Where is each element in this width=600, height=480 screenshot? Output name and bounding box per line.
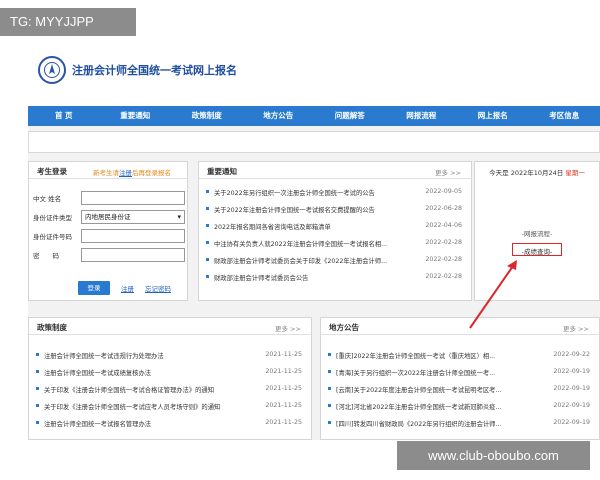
bullet-icon: [328, 404, 331, 407]
password-label: 密 码: [33, 252, 59, 260]
name-input[interactable]: [81, 191, 185, 205]
idnum-label: 身份证件号码: [33, 233, 72, 241]
idnum-row: 身份证件号码: [33, 229, 185, 243]
notices-panel-header: 重要通知 更多 >>: [199, 162, 471, 179]
bullet-icon: [36, 387, 39, 390]
nav-process[interactable]: 网报流程: [386, 106, 458, 126]
nav-exam-area[interactable]: 考区信息: [529, 106, 600, 126]
nav-home[interactable]: 首 页: [28, 106, 100, 126]
bullet-icon: [36, 404, 39, 407]
bullet-icon: [328, 387, 331, 390]
bullet-icon: [36, 421, 39, 424]
site-title: 注册会计师全国统一考试网上报名: [72, 64, 237, 77]
browser-page: 注册会计师全国统一考试网上报名 首 页 重要通知 政策制度 地方公告 问题解答 …: [28, 28, 600, 440]
register-hint: 新考生请注册后再登录报名: [93, 169, 171, 177]
list-item[interactable]: 财政部注册会计师考试委员会公告 2022-02-28: [204, 271, 468, 284]
nav-faq[interactable]: 问题解答: [314, 106, 386, 126]
list-item[interactable]: [云南]关于2022年度注册会计师全国统一考试昆明考区考... 2022-09-1…: [326, 383, 596, 396]
list-item[interactable]: 关于印发《注册会计师全国统一考试应考人员考场守则》的通知 2021-11-25: [34, 400, 308, 413]
nav-policy[interactable]: 政策制度: [171, 106, 243, 126]
policy-title: 政策制度: [37, 323, 67, 332]
register-hint-link[interactable]: 注册: [119, 169, 132, 177]
list-item[interactable]: [重庆]2022年注册会计师全国统一考试（重庆地区）相... 2022-09-22: [326, 349, 596, 362]
score-query-highlight: -成绩查询-: [512, 243, 562, 256]
policy-panel-header: 政策制度 更多 >>: [29, 318, 311, 335]
list-item[interactable]: 注册会计师全国统一考试成绩复核办法 2021-11-25: [34, 366, 308, 379]
bullet-icon: [36, 353, 39, 356]
bullet-icon: [328, 370, 331, 373]
nav-local-announcements[interactable]: 地方公告: [243, 106, 315, 126]
policy-panel: 政策制度 更多 >> 注册会计师全国统一考试违规行为处理办法 2021-11-25…: [28, 317, 312, 440]
idtype-select[interactable]: 内地居民身份证 ▾: [81, 210, 185, 224]
nav-notices[interactable]: 重要通知: [100, 106, 172, 126]
list-item[interactable]: [青海]关于另行组织一次2022年注册会计师全国统一考... 2022-09-19: [326, 366, 596, 379]
score-query-link[interactable]: -成绩查询-: [513, 246, 561, 256]
list-item[interactable]: 中注协有关负责人就2022年注册会计师全国统一考试报名相... 2022-02-2…: [204, 237, 468, 250]
today-date: 今天是 2022年10月24日 星期一: [489, 169, 585, 177]
local-more-link[interactable]: 更多 >>: [563, 323, 589, 333]
login-panel-header: 考生登录 新考生请注册后再登录报名: [29, 162, 187, 179]
bullet-icon: [328, 421, 331, 424]
password-input[interactable]: [81, 248, 185, 262]
local-title: 地方公告: [329, 323, 359, 332]
policy-more-link[interactable]: 更多 >>: [275, 323, 301, 333]
local-panel-header: 地方公告 更多 >>: [321, 318, 599, 335]
list-item[interactable]: [河北]河北省2022年注册会计师全国统一考试新冠肺炎疫... 2022-09-1…: [326, 400, 596, 413]
list-item[interactable]: [四川]转发四川省财政局《2022年另行组织的注册会计师... 2022-09-1…: [326, 417, 596, 430]
nav-registration[interactable]: 网上报名: [457, 106, 529, 126]
idtype-row: 身份证件类型 内地居民身份证 ▾: [33, 210, 185, 224]
chevron-down-icon: ▾: [177, 213, 181, 221]
bullet-icon: [206, 207, 209, 210]
process-flow-link[interactable]: -网报流程-: [475, 228, 599, 238]
idtype-label: 身份证件类型: [33, 214, 72, 222]
bullet-icon: [206, 190, 209, 193]
bullet-icon: [206, 224, 209, 227]
cicpa-logo-icon: [38, 56, 66, 84]
name-row: 中文 姓名: [33, 191, 185, 205]
bullet-icon: [36, 370, 39, 373]
list-item[interactable]: 注册会计师全国统一考试报名管理办法 2021-11-25: [34, 417, 308, 430]
login-button[interactable]: 登录: [78, 281, 110, 295]
tag-badge: TG: MYYJJPP: [0, 8, 136, 36]
list-item[interactable]: 关于印发《注册会计师全国统一考试合格证管理办法》的通知 2021-11-25: [34, 383, 308, 396]
notices-title: 重要通知: [207, 167, 237, 176]
forgot-password-link[interactable]: 忘记密码: [145, 283, 171, 293]
password-row: 密 码: [33, 248, 185, 262]
idnum-input[interactable]: [81, 229, 185, 243]
login-title: 考生登录: [37, 167, 67, 176]
login-panel: 考生登录 新考生请注册后再登录报名 中文 姓名 身份证件类型 内地居民身份证 ▾…: [28, 161, 188, 301]
main-nav: 首 页 重要通知 政策制度 地方公告 问题解答 网报流程 网上报名 考区信息: [28, 106, 600, 126]
bullet-icon: [206, 275, 209, 278]
bullet-icon: [328, 353, 331, 356]
local-announcements-panel: 地方公告 更多 >> [重庆]2022年注册会计师全国统一考试（重庆地区）相..…: [320, 317, 600, 440]
list-item[interactable]: 注册会计师全国统一考试违规行为处理办法 2021-11-25: [34, 349, 308, 362]
notices-panel: 重要通知 更多 >> 关于2022年另行组织一次注册会计师全国统一考试的公告 20…: [198, 161, 472, 301]
idtype-value: 内地居民身份证: [85, 213, 131, 221]
list-item[interactable]: 2022年报名期间各省咨询电话及邮箱清单 2022-04-06: [204, 220, 468, 233]
scrolling-notice-bar: [28, 131, 600, 153]
today-panel: 今天是 2022年10月24日 星期一 -网报流程- -成绩查询-: [474, 161, 600, 301]
register-link[interactable]: 注册: [121, 283, 134, 293]
list-item[interactable]: 财政部注册会计师考试委员会关于印发《2022年注册会计师... 2022-02-2…: [204, 254, 468, 267]
weekday: 星期一: [565, 169, 585, 177]
bullet-icon: [206, 258, 209, 261]
site-banner: 注册会计师全国统一考试网上报名: [28, 28, 600, 106]
list-item[interactable]: 关于2022年注册会计师全国统一考试报名交费提醒的公告 2022-06-28: [204, 203, 468, 216]
notices-more-link[interactable]: 更多 >>: [435, 167, 461, 177]
watermark: www.club-oboubo.com: [397, 441, 590, 470]
name-label: 中文 姓名: [33, 195, 62, 203]
bullet-icon: [206, 241, 209, 244]
list-item[interactable]: 关于2022年另行组织一次注册会计师全国统一考试的公告 2022-09-05: [204, 186, 468, 199]
